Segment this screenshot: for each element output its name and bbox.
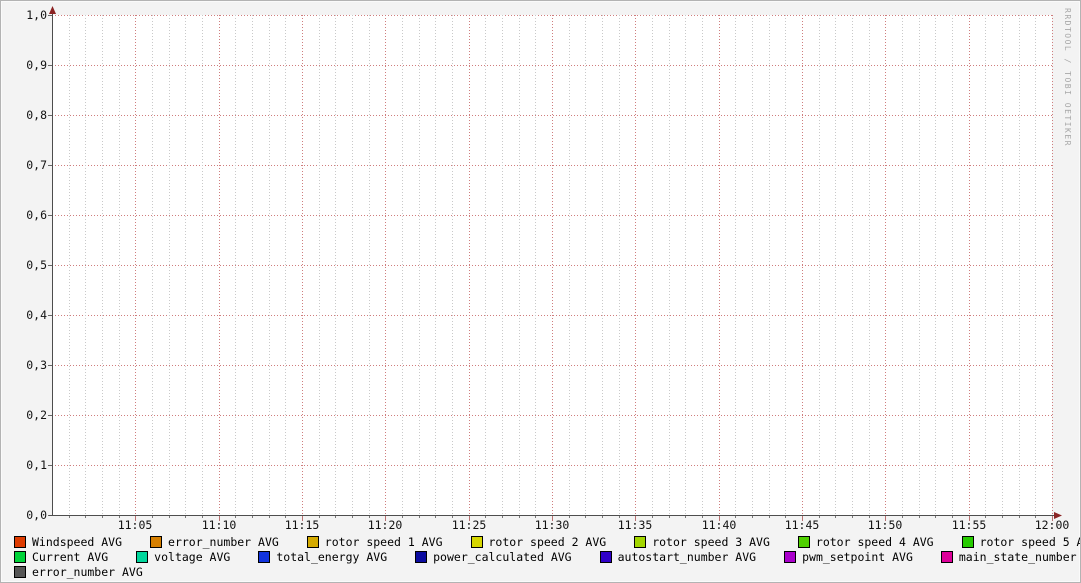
- x-tick-label: 12:00: [1028, 519, 1076, 532]
- legend-item: power_calculated AVG: [415, 550, 571, 564]
- legend-label: power_calculated AVG: [433, 550, 571, 564]
- y-tick-label: 0,2: [15, 409, 47, 422]
- legend-label: voltage AVG: [154, 550, 230, 564]
- x-tick-label: 11:05: [111, 519, 159, 532]
- legend-label: rotor speed 3 AVG: [652, 535, 770, 549]
- legend-label: autostart_number AVG: [618, 550, 756, 564]
- x-tick-label: 11:30: [528, 519, 576, 532]
- legend-swatch: [14, 566, 26, 578]
- x-tick-label: 11:45: [778, 519, 826, 532]
- legend-swatch: [941, 551, 953, 563]
- legend-item: Windspeed AVG: [14, 535, 122, 549]
- y-tick-label: 0,0: [15, 509, 47, 522]
- legend-item: autostart_number AVG: [600, 550, 756, 564]
- rrdtool-graph: 0,0 0,1 0,2 0,3 0,4 0,5 0,6 0,7 0,8 0,9 1,0 11:05 1…: [0, 0, 1081, 583]
- legend-swatch: [307, 536, 319, 548]
- legend-swatch: [784, 551, 796, 563]
- x-tick-label: 11:40: [695, 519, 743, 532]
- y-tick-label: 0,8: [15, 109, 47, 122]
- legend-label: main_state_number AVG: [959, 550, 1081, 564]
- legend-swatch: [600, 551, 612, 563]
- legend-swatch: [14, 536, 26, 548]
- y-tick-label: 0,3: [15, 359, 47, 372]
- legend-label: pwm_setpoint AVG: [802, 550, 913, 564]
- legend-item: error_number AVG: [14, 565, 143, 579]
- legend-swatch: [14, 551, 26, 563]
- legend-label: Windspeed AVG: [32, 535, 122, 549]
- legend-row: Current AVG voltage AVG total_energy AVG po…: [14, 549, 1081, 564]
- legend-item: main_state_number AVG: [941, 550, 1081, 564]
- legend-item: error_number AVG: [150, 535, 279, 549]
- legend-label: rotor speed 1 AVG: [325, 535, 443, 549]
- legend-row: Windspeed AVG error_number AVG rotor speed…: [14, 534, 1081, 549]
- legend-item: rotor speed 1 AVG: [307, 535, 443, 549]
- legend-item: rotor speed 5 AVG: [962, 535, 1081, 549]
- y-tick-label: 0,4: [15, 309, 47, 322]
- legend-row: error_number AVG: [14, 564, 1081, 579]
- legend-label: rotor speed 5 AVG: [980, 535, 1081, 549]
- legend-label: Current AVG: [32, 550, 108, 564]
- legend-swatch: [634, 536, 646, 548]
- legend-label: rotor speed 2 AVG: [489, 535, 607, 549]
- legend-label: rotor speed 4 AVG: [816, 535, 934, 549]
- x-tick-label: 11:15: [278, 519, 326, 532]
- legend-swatch: [962, 536, 974, 548]
- y-tick-label: 0,5: [15, 259, 47, 272]
- legend-swatch: [258, 551, 270, 563]
- legend-swatch: [136, 551, 148, 563]
- y-tick-label: 1,0: [15, 9, 47, 22]
- legend-item: voltage AVG: [136, 550, 230, 564]
- chart-grid-canvas: [1, 1, 1081, 583]
- legend-swatch: [150, 536, 162, 548]
- y-tick-label: 0,7: [15, 159, 47, 172]
- y-tick-label: 0,6: [15, 209, 47, 222]
- legend-item: rotor speed 4 AVG: [798, 535, 934, 549]
- x-tick-label: 11:50: [861, 519, 909, 532]
- legend-item: Current AVG: [14, 550, 108, 564]
- x-tick-label: 11:20: [361, 519, 409, 532]
- legend: Windspeed AVG error_number AVG rotor speed…: [14, 534, 1081, 579]
- y-tick-label: 0,9: [15, 59, 47, 72]
- legend-label: error_number AVG: [168, 535, 279, 549]
- legend-item: rotor speed 2 AVG: [471, 535, 607, 549]
- legend-swatch: [415, 551, 427, 563]
- legend-swatch: [798, 536, 810, 548]
- x-tick-label: 11:25: [445, 519, 493, 532]
- y-tick-label: 0,1: [15, 459, 47, 472]
- x-tick-label: 11:35: [611, 519, 659, 532]
- legend-item: rotor speed 3 AVG: [634, 535, 770, 549]
- x-tick-label: 11:10: [195, 519, 243, 532]
- watermark-text: RRDTOOL / TOBI OETIKER: [1063, 8, 1072, 147]
- x-tick-label: 11:55: [945, 519, 993, 532]
- legend-item: pwm_setpoint AVG: [784, 550, 913, 564]
- legend-item: total_energy AVG: [258, 550, 387, 564]
- legend-swatch: [471, 536, 483, 548]
- legend-label: error_number AVG: [32, 565, 143, 579]
- legend-label: total_energy AVG: [276, 550, 387, 564]
